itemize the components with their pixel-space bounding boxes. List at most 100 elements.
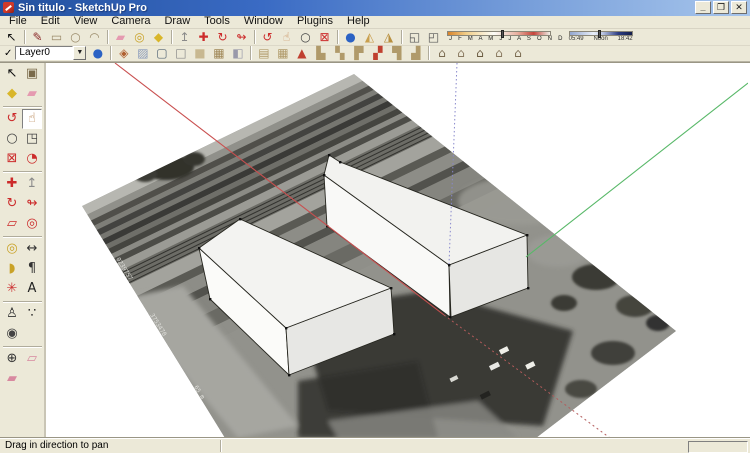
- move-button[interactable]: ✚: [2, 174, 22, 194]
- layer-dropdown-arrow-icon[interactable]: ▼: [73, 46, 86, 60]
- terrain-from-scratch-button[interactable]: ▦: [273, 45, 292, 61]
- follow-me-button[interactable]: ↬: [232, 29, 251, 45]
- style-shaded-button[interactable]: ■: [190, 45, 209, 61]
- terrain-tool-9-button[interactable]: ▟: [406, 45, 425, 61]
- style-monochrome-button[interactable]: ◧: [228, 45, 247, 61]
- layer-select[interactable]: Layer0: [15, 46, 73, 60]
- follow-me-button[interactable]: ↬: [22, 194, 42, 214]
- paint-bucket-button[interactable]: ◆: [2, 84, 22, 104]
- shadow-date-slider[interactable]: J F M A M J J A S O N D: [447, 31, 565, 43]
- separator: [2, 169, 43, 174]
- terrain-tool-8-button[interactable]: ▜: [387, 45, 406, 61]
- get-current-view-button[interactable]: ●: [341, 29, 360, 45]
- rotate-button[interactable]: ↻: [2, 194, 22, 214]
- shadow-settings-button[interactable]: ◱: [405, 29, 424, 45]
- walk-button[interactable]: ∵: [22, 304, 42, 324]
- terrain-smoove-button[interactable]: ▲: [292, 45, 311, 61]
- menu-help[interactable]: Help: [340, 15, 377, 28]
- plugin-house-1-button[interactable]: ⌂: [432, 45, 451, 61]
- eraser-button[interactable]: ▰: [22, 84, 42, 104]
- eraser-button[interactable]: ▰: [111, 29, 130, 45]
- pan-icon: ☝: [283, 29, 290, 45]
- section-rotate-button[interactable]: ⊕: [2, 349, 22, 369]
- select-icon: ↖: [6, 29, 16, 45]
- toggle-terrain-button[interactable]: ◭: [360, 29, 379, 45]
- menu-edit[interactable]: Edit: [34, 15, 67, 28]
- style-wireframe-button[interactable]: ▢: [152, 45, 171, 61]
- plugin-house-2-button[interactable]: ⌂: [451, 45, 470, 61]
- zoom-window-button[interactable]: ◳: [22, 129, 42, 149]
- 3d-text-button[interactable]: A: [22, 279, 42, 299]
- push-pull-button[interactable]: ↥: [22, 174, 42, 194]
- shadow-time-slider[interactable]: 05:49 Noon 18:42: [569, 31, 633, 43]
- plugin-house-5-button[interactable]: ⌂: [508, 45, 527, 61]
- style-xray-button[interactable]: ▨: [133, 45, 152, 61]
- select-button[interactable]: ↖: [2, 29, 21, 45]
- menu-view[interactable]: View: [67, 15, 105, 28]
- zoom-previous-button[interactable]: ◔: [22, 149, 42, 169]
- text-button[interactable]: ¶: [22, 259, 42, 279]
- zoom-button[interactable]: ○: [296, 29, 315, 45]
- plugin-house-4-button[interactable]: ⌂: [489, 45, 508, 61]
- push-pull-button[interactable]: ↥: [175, 29, 194, 45]
- layer-manager-icon: ●: [93, 45, 103, 61]
- section-plane-button[interactable]: ▱: [22, 349, 42, 369]
- tape-measure-button[interactable]: ◎: [2, 239, 22, 259]
- terrain-add-detail-button[interactable]: ▛: [349, 45, 368, 61]
- date-slider-bar[interactable]: [447, 31, 551, 36]
- protractor-button[interactable]: ◗: [2, 259, 22, 279]
- section-fill-button[interactable]: ▰: [2, 369, 22, 389]
- time-slider-thumb[interactable]: [598, 30, 601, 38]
- style-hidden-line-button[interactable]: □: [171, 45, 190, 61]
- menu-camera[interactable]: Camera: [104, 15, 157, 28]
- rotate-button[interactable]: ↻: [213, 29, 232, 45]
- menu-plugins[interactable]: Plugins: [290, 15, 340, 28]
- model-viewport[interactable]: 0239757 3753470 65 m: [46, 63, 750, 438]
- select-button[interactable]: ↖: [2, 64, 22, 84]
- scale-button[interactable]: ▱: [2, 214, 22, 234]
- time-slider-bar[interactable]: [569, 31, 633, 36]
- paint-bucket-button[interactable]: ◆: [149, 29, 168, 45]
- position-camera-button[interactable]: ♙: [2, 304, 22, 324]
- menu-window[interactable]: Window: [237, 15, 290, 28]
- rectangle-button[interactable]: ▭: [47, 29, 66, 45]
- component-button[interactable]: ◈: [114, 45, 133, 61]
- line-button[interactable]: ✎: [28, 29, 47, 45]
- viewport-canvas[interactable]: 0239757 3753470 65 m: [46, 63, 748, 438]
- look-around-button[interactable]: ◉: [2, 324, 22, 344]
- orbit-button[interactable]: ↺: [258, 29, 277, 45]
- dimension-button[interactable]: ↔: [22, 239, 42, 259]
- zoom-extents-button[interactable]: ⊠: [2, 149, 22, 169]
- make-component-button[interactable]: ▣: [22, 64, 42, 84]
- date-slider-thumb[interactable]: [501, 30, 504, 38]
- terrain-from-contours-button[interactable]: ▤: [254, 45, 273, 61]
- layer-visible-check-icon[interactable]: ✓: [4, 48, 12, 59]
- offset-button[interactable]: ◎: [22, 214, 42, 234]
- style-textured-button[interactable]: ▦: [209, 45, 228, 61]
- layer-manager-button[interactable]: ●: [88, 45, 107, 61]
- minimize-button[interactable]: _: [695, 1, 711, 14]
- plugin-house-3-button[interactable]: ⌂: [470, 45, 489, 61]
- circle-button[interactable]: ○: [66, 29, 85, 45]
- menu-draw[interactable]: Draw: [157, 15, 197, 28]
- get-models-button[interactable]: ◮: [379, 29, 398, 45]
- arc-button[interactable]: ◠: [85, 29, 104, 45]
- tape-measure-button[interactable]: ◎: [130, 29, 149, 45]
- menu-tools[interactable]: Tools: [197, 15, 237, 28]
- plugin-house-1-icon: ⌂: [438, 45, 446, 61]
- zoom-button[interactable]: ○: [2, 129, 22, 149]
- measurements-box[interactable]: [688, 441, 748, 453]
- shadow-toggle-button[interactable]: ◰: [424, 29, 443, 45]
- terrain-flip-edge-button[interactable]: ▞: [368, 45, 387, 61]
- menu-file[interactable]: File: [2, 15, 34, 28]
- maximize-button[interactable]: ❐: [713, 1, 729, 14]
- zoom-extents-button[interactable]: ⊠: [315, 29, 334, 45]
- close-button[interactable]: ✕: [731, 1, 747, 14]
- move-button[interactable]: ✚: [194, 29, 213, 45]
- axes-button[interactable]: ✳: [2, 279, 22, 299]
- orbit-button[interactable]: ↺: [2, 109, 22, 129]
- terrain-drape-button[interactable]: ▚: [330, 45, 349, 61]
- pan-button[interactable]: ☝: [22, 109, 42, 129]
- pan-button[interactable]: ☝: [277, 29, 296, 45]
- terrain-stamp-button[interactable]: ▙: [311, 45, 330, 61]
